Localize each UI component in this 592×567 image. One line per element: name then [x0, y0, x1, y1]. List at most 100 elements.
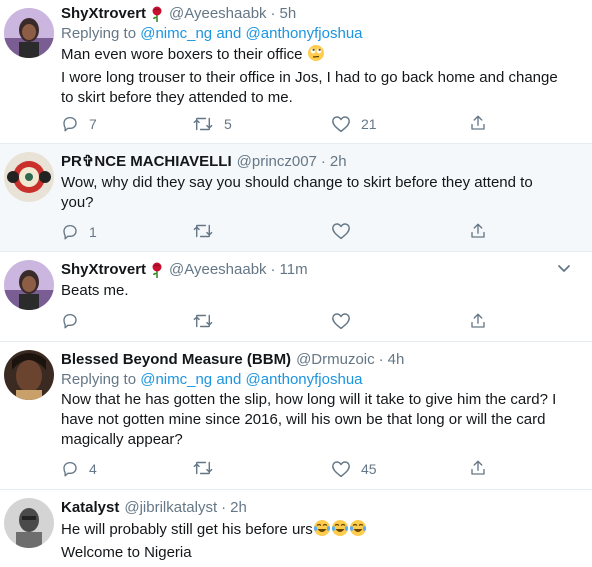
share-icon: [471, 115, 485, 130]
timestamp[interactable]: 11m: [280, 260, 308, 280]
conversation-timeline: ShyXtrovert @Ayeeshaabk · 5h Replying to…: [0, 0, 592, 567]
tweet-text-line: to skirt before they attended to me.: [61, 89, 293, 106]
tweet[interactable]: ShyXtrovert @Ayeeshaabk · 11m Beats me.: [0, 252, 592, 342]
like-count: 21: [361, 116, 377, 132]
tweet-text: Now that he has gotten the slip, how lon…: [61, 390, 580, 450]
more-options-button[interactable]: [556, 260, 572, 281]
share-icon: [471, 313, 485, 328]
tweet-header: Katalyst @jibrilkatalyst · 2h: [61, 498, 580, 518]
share-button[interactable]: [469, 312, 487, 330]
avatar[interactable]: [4, 152, 54, 202]
tweet-text: Man even wore boxers to their office I w…: [61, 44, 580, 108]
tweet-text-line: Now that he has gotten the slip, how lon…: [61, 391, 557, 408]
reply-button[interactable]: [61, 312, 79, 330]
handle[interactable]: @Ayeeshaabk: [169, 4, 267, 24]
like-button[interactable]: 21: [331, 114, 377, 134]
tweet[interactable]: Katalyst @jibrilkatalyst · 2h He will pr…: [0, 490, 592, 567]
retweet-button[interactable]: [192, 459, 214, 477]
mention-and[interactable]: and: [216, 371, 241, 388]
tweet-header: ShyXtrovert @Ayeeshaabk · 5h: [61, 4, 580, 24]
tweet-actions: [61, 312, 592, 332]
mention-link[interactable]: @nimc_ng: [140, 25, 212, 42]
mention-link[interactable]: @anthonyfjoshua: [246, 25, 363, 42]
tweet-header: PR✞NCE MACHIAVELLI @princz007 · 2h: [61, 152, 580, 172]
tweet[interactable]: PR✞NCE MACHIAVELLI @princz007 · 2h Wow, …: [0, 144, 592, 252]
tweet-header: Blessed Beyond Measure (BBM) @Drmuzoic ·…: [61, 350, 580, 370]
heart-icon: [332, 116, 350, 133]
avatar-image: [4, 498, 54, 548]
reply-button[interactable]: 1: [61, 222, 97, 242]
tweet-actions: 4 45: [61, 459, 592, 479]
handle[interactable]: @princz007: [237, 152, 317, 172]
timestamp[interactable]: 2h: [230, 498, 247, 518]
reply-icon: [63, 116, 77, 132]
display-name[interactable]: Blessed Beyond Measure (BBM): [61, 350, 291, 370]
chevron-down-icon: [558, 265, 570, 272]
handle[interactable]: @Ayeeshaabk: [169, 260, 267, 280]
avatar-image: [4, 350, 54, 400]
tweet-actions: 7 5 21: [61, 114, 592, 134]
like-button[interactable]: [331, 222, 351, 240]
mention-link[interactable]: @nimc_ng: [140, 371, 212, 388]
tweet-text: Wow, why did they say you should change …: [61, 173, 580, 213]
share-button[interactable]: [469, 459, 487, 477]
separator-dot: ·: [320, 153, 326, 170]
tweet-text-line: Welcome to Nigeria: [61, 544, 192, 561]
display-name[interactable]: ShyXtrovert: [61, 4, 146, 24]
replying-to-label: Replying to: [61, 371, 137, 388]
avatar[interactable]: [4, 350, 54, 400]
tweet[interactable]: ShyXtrovert @Ayeeshaabk · 5h Replying to…: [0, 0, 592, 144]
reply-button[interactable]: 4: [61, 459, 97, 479]
replying-to: Replying to @nimc_ng and @anthonyfjoshua: [61, 24, 580, 44]
tweet-text-line: I wore long trouser to their office in J…: [61, 69, 558, 86]
timestamp[interactable]: 2h: [330, 152, 347, 172]
tweet[interactable]: Blessed Beyond Measure (BBM) @Drmuzoic ·…: [0, 342, 592, 490]
retweet-button[interactable]: [192, 312, 214, 330]
retweet-count: 5: [224, 116, 232, 132]
separator-dot: ·: [221, 499, 227, 516]
share-button[interactable]: [469, 114, 487, 132]
separator-dot: ·: [378, 351, 384, 368]
mention-and[interactable]: and: [216, 25, 241, 42]
handle[interactable]: @Drmuzoic: [296, 350, 375, 370]
tweet-text-line: He will probably still get his before ur…: [61, 521, 313, 538]
retweet-button[interactable]: [192, 222, 214, 240]
heart-icon: [332, 313, 350, 330]
tweet-actions: 1: [61, 222, 592, 242]
tweet-text-line: Beats me.: [61, 282, 129, 299]
tweet-text-line: have not gotten mine since 2016, will hi…: [61, 411, 546, 428]
share-button[interactable]: [469, 222, 487, 240]
reply-icon: [63, 224, 77, 240]
heart-icon: [332, 461, 350, 478]
retweet-icon: [193, 314, 213, 328]
timestamp[interactable]: 4h: [388, 350, 405, 370]
separator-dot: ·: [270, 261, 276, 278]
tweet-header: ShyXtrovert @Ayeeshaabk · 11m: [61, 260, 580, 280]
avatar[interactable]: [4, 498, 54, 548]
display-name[interactable]: Katalyst: [61, 498, 119, 518]
retweet-button[interactable]: 5: [192, 114, 232, 134]
reply-count: 7: [89, 116, 97, 132]
tweet-text-line: Man even wore boxers to their office: [61, 46, 303, 63]
rolling-eyes-emoji-icon: [307, 44, 325, 68]
tweet-text-line: magically appear?: [61, 431, 183, 448]
like-button[interactable]: 45: [331, 459, 377, 479]
like-count: 45: [361, 461, 377, 477]
display-name[interactable]: PR✞NCE MACHIAVELLI: [61, 152, 232, 172]
reply-icon: [63, 313, 77, 329]
handle[interactable]: @jibrilkatalyst: [124, 498, 217, 518]
avatar-image: [4, 152, 54, 202]
retweet-icon: [193, 224, 213, 238]
timestamp[interactable]: 5h: [280, 4, 297, 24]
display-name[interactable]: ShyXtrovert: [61, 260, 146, 280]
tears-of-joy-emoji-icon: [349, 519, 367, 543]
rose-emoji-icon: [150, 6, 164, 22]
reply-button[interactable]: 7: [61, 114, 97, 134]
separator-dot: ·: [270, 5, 276, 22]
mention-link[interactable]: @anthonyfjoshua: [246, 371, 363, 388]
avatar-image: [4, 260, 54, 310]
like-button[interactable]: [331, 312, 351, 330]
rose-emoji-icon: [150, 262, 164, 278]
avatar[interactable]: [4, 8, 54, 58]
avatar[interactable]: [4, 260, 54, 310]
